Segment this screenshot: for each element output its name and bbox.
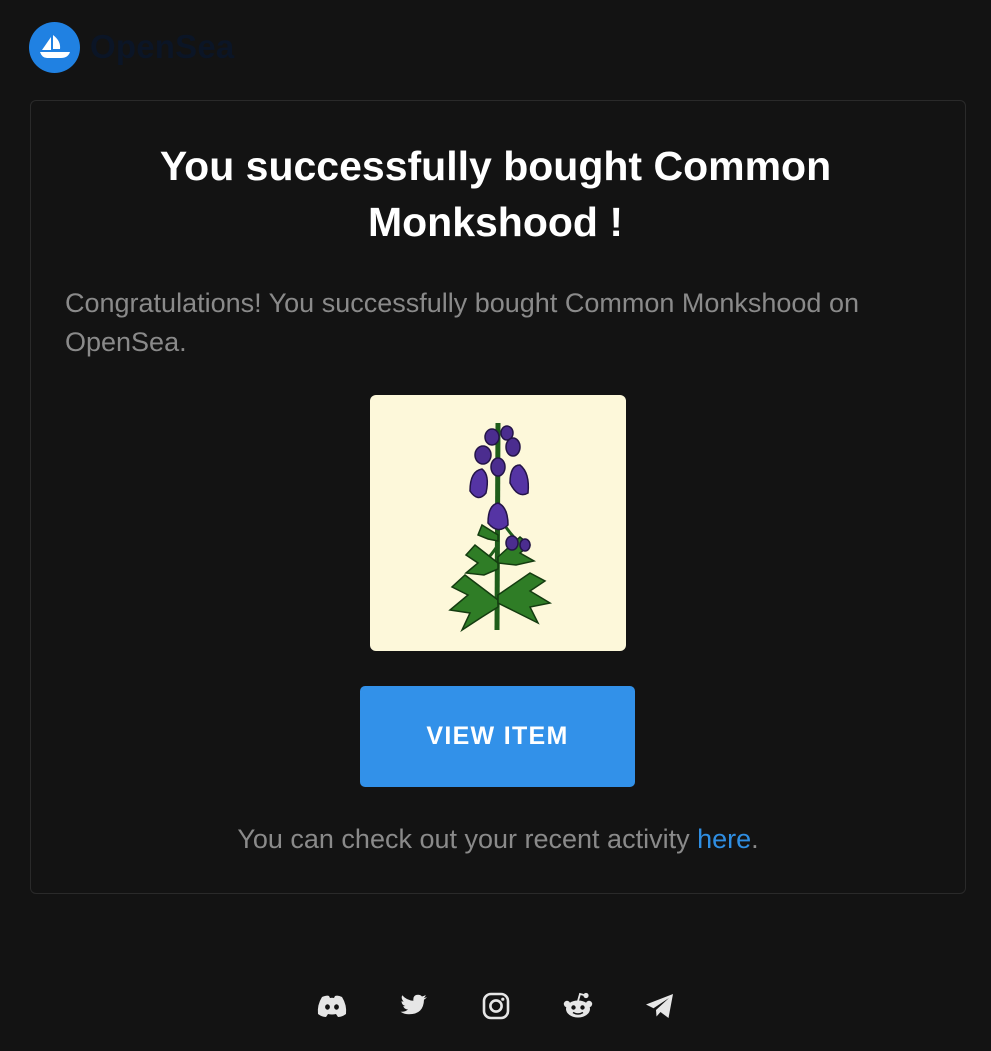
view-item-button[interactable]: VIEW ITEM [360, 686, 635, 787]
telegram-icon[interactable] [642, 988, 678, 1024]
opensea-ship-icon [29, 21, 80, 73]
recent-activity-text: You can check out your recent activity h… [30, 820, 966, 858]
recent-activity-link[interactable]: here [697, 824, 751, 854]
twitter-icon[interactable] [396, 988, 432, 1024]
discord-icon[interactable] [314, 988, 350, 1024]
opensea-logo[interactable]: OpenSea [29, 21, 235, 73]
social-links [0, 988, 991, 1024]
monkshood-flower-icon [448, 422, 553, 633]
recent-activity-prefix: You can check out your recent activity [237, 824, 698, 854]
congratulations-text: Congratulations! You successfully bought… [65, 288, 859, 357]
recent-activity-suffix: . [751, 824, 759, 854]
instagram-icon[interactable] [478, 988, 514, 1024]
reddit-icon[interactable] [560, 988, 596, 1024]
item-image[interactable] [370, 395, 626, 651]
brand-name: OpenSea [90, 28, 235, 65]
page-title: You successfully bought Common Monkshood… [159, 143, 832, 245]
email-page: OpenSea You successfully bought Common M… [0, 0, 991, 1051]
